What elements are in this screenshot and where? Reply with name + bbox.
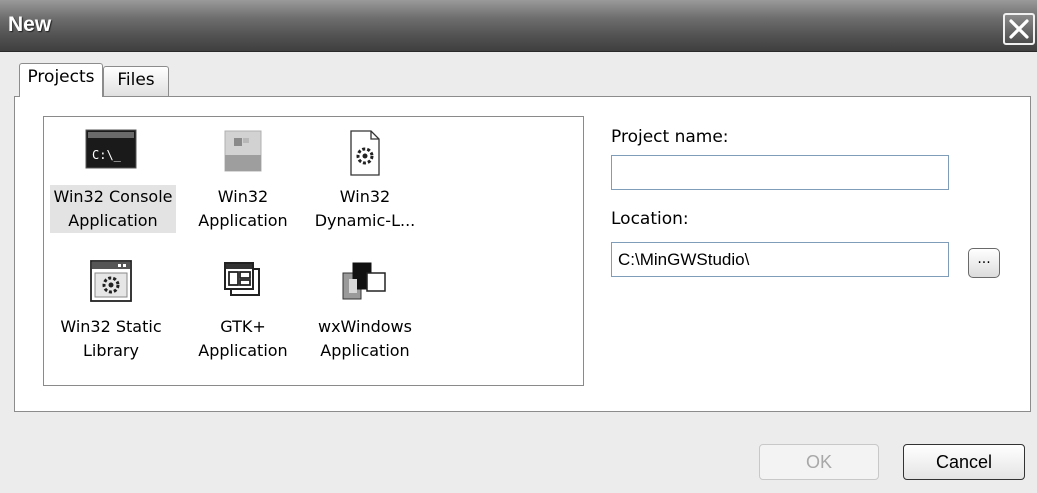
project-type-gtk-application[interactable]: GTK+ Application <box>178 249 308 369</box>
wxwindows-icon <box>342 262 386 300</box>
project-type-label: wxWindows Application <box>318 317 412 360</box>
location-label: Location: <box>611 209 689 229</box>
win32-app-icon <box>224 130 262 172</box>
title-bar[interactable]: New <box>0 0 1037 52</box>
browse-location-button[interactable]: ... <box>968 248 1000 278</box>
ok-button[interactable]: OK <box>759 444 879 480</box>
project-type-label: Win32 Static Library <box>60 317 162 360</box>
projects-tab-panel: C:\_ Win32 Console Application Win32 App… <box>14 96 1031 412</box>
close-button[interactable] <box>1003 13 1035 45</box>
project-name-label: Project name: <box>611 127 729 147</box>
dll-gear-document-icon <box>350 130 380 176</box>
project-type-label: Win32 Dynamic-L... <box>314 187 416 230</box>
cancel-button[interactable]: Cancel <box>903 444 1025 480</box>
console-app-icon: C:\_ <box>85 129 137 169</box>
console-icon-text: C:\_ <box>92 148 122 162</box>
project-type-win32-application[interactable]: Win32 Application <box>178 119 308 239</box>
project-type-label: Win32 Console Application <box>50 185 176 233</box>
project-type-label: Win32 Application <box>198 187 288 230</box>
static-library-icon <box>90 260 132 302</box>
gtk-windows-icon <box>224 262 260 296</box>
close-icon <box>1009 19 1029 39</box>
project-type-wxwindows-application[interactable]: wxWindows Application <box>300 249 430 369</box>
location-input[interactable] <box>611 242 949 277</box>
new-project-dialog: New Projects Files C:\_ Win32 Console Ap… <box>0 0 1037 493</box>
dialog-title: New <box>8 13 52 36</box>
project-type-win32-console[interactable]: C:\_ Win32 Console Application <box>46 119 176 239</box>
project-type-win32-dll[interactable]: Win32 Dynamic-L... <box>300 119 430 239</box>
tab-projects[interactable]: Projects <box>19 63 103 97</box>
project-name-input[interactable] <box>611 155 949 190</box>
tab-files[interactable]: Files <box>103 66 169 96</box>
project-type-label: GTK+ Application <box>198 317 288 360</box>
project-type-list[interactable]: C:\_ Win32 Console Application Win32 App… <box>43 116 584 386</box>
project-type-win32-static-library[interactable]: Win32 Static Library <box>46 249 176 369</box>
